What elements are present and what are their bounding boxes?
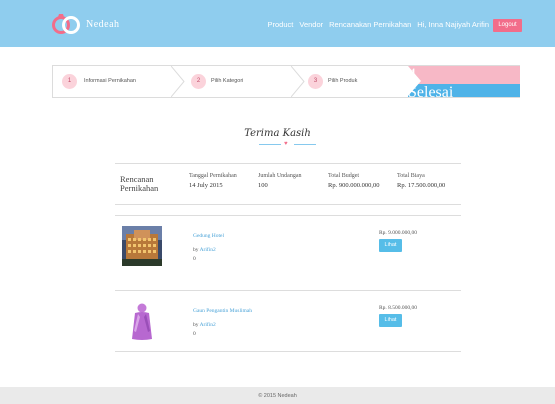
nav-plan-wedding-link[interactable]: Rencanakan Pernikahan [329, 20, 411, 29]
nav-vendor-link[interactable]: Vendor [299, 20, 323, 29]
summary-label: Total Budget [328, 173, 360, 179]
product-seller: by Arifin2 [193, 322, 216, 328]
chevron-right-icon [171, 66, 185, 97]
step-label: Selesai [408, 84, 454, 101]
step-number: 1 [62, 74, 77, 89]
product-quantity: 0 [193, 331, 196, 337]
step-label: Pilih Kategori [211, 78, 244, 84]
summary-guests: Jumlah Undangan 100 [258, 173, 302, 189]
nav-user-greeting[interactable]: Hi, Inna Najiyah Arifin [417, 20, 489, 29]
seller-link[interactable]: Arifin2 [200, 322, 216, 328]
seller-prefix: by [193, 247, 199, 253]
divider-line [294, 144, 316, 145]
summary-value: Rp. 900.000.000,00 [328, 182, 380, 189]
step-number: 4 [408, 66, 520, 84]
step-pilih-produk[interactable]: 3 Pilih Produk [308, 66, 408, 97]
summary-label: Jumlah Undangan [258, 173, 302, 179]
summary-title: Rencanan Pernikahan [120, 174, 159, 193]
heart-icon: ♥ [284, 141, 288, 147]
active-step-notch [408, 66, 421, 96]
product-price: Rp. 9.000.000,00 [379, 230, 418, 236]
nav-product-link[interactable]: Product [268, 20, 294, 29]
step-pilih-kategori[interactable]: 2 Pilih Kategori [187, 66, 297, 97]
product-name-link[interactable]: Gedung Hotel [193, 233, 224, 239]
summary-value: Rp. 17.500.000,00 [397, 182, 446, 189]
seller-link[interactable]: Arifin2 [200, 247, 216, 253]
top-navbar: Nedeah Product Vendor Rencanakan Pernika… [0, 0, 555, 47]
product-row: Gedung Hotel by Arifin2 0 Rp. 9.000.000,… [115, 215, 461, 277]
product-seller: by Arifin2 [193, 247, 216, 253]
product-name-link[interactable]: Gaun Pengantin Muslimah [193, 308, 252, 314]
step-number: 3 [308, 74, 323, 89]
wedding-summary: Rencanan Pernikahan Tanggal Pernikahan 1… [115, 163, 461, 205]
summary-value: 100 [258, 182, 268, 189]
view-button[interactable]: Lihat [379, 314, 402, 327]
divider-line [259, 144, 281, 145]
product-quantity: 0 [193, 256, 196, 262]
product-price: Rp. 8.500.000,00 [379, 305, 418, 311]
step-label: Informasi Pernikahan [84, 78, 136, 84]
step-label: Pilih Produk [328, 78, 358, 84]
chevron-right-icon [291, 66, 305, 97]
step-selesai[interactable]: 4 Selesai [408, 66, 520, 101]
copyright-text: © 2015 Nedeah [258, 393, 297, 399]
nav-links: Product Vendor Rencanakan Pernikahan Hi,… [268, 20, 490, 29]
summary-value: 14 July 2015 [189, 182, 223, 189]
seller-prefix: by [193, 322, 199, 328]
wedding-dress-image[interactable] [122, 301, 162, 341]
page-footer: © 2015 Nedeah [0, 387, 555, 404]
step-number: 2 [191, 74, 206, 89]
hotel-building-image[interactable] [122, 226, 162, 266]
heart-divider: ♥ [259, 141, 316, 147]
summary-label: Total Biaya [397, 173, 425, 179]
thank-you-heading: Terima Kasih [244, 128, 311, 139]
wizard-steps: 1 Informasi Pernikahan 2 Pilih Kategori … [52, 65, 520, 101]
logout-button[interactable]: Logout [493, 19, 522, 32]
product-row: Gaun Pengantin Muslimah by Arifin2 0 Rp.… [115, 290, 461, 352]
rings-logo-icon[interactable] [51, 14, 83, 34]
brand-name[interactable]: Nedeah [86, 19, 120, 30]
summary-date: Tanggal Pernikahan 14 July 2015 [189, 173, 237, 189]
summary-total-cost: Total Biaya Rp. 17.500.000,00 [397, 173, 445, 189]
list-bottom-divider [115, 351, 461, 352]
view-button[interactable]: Lihat [379, 239, 402, 252]
summary-budget: Total Budget Rp. 900.000.000,00 [328, 173, 379, 189]
summary-label: Tanggal Pernikahan [189, 173, 237, 179]
step-info-pernikahan[interactable]: 1 Informasi Pernikahan [53, 66, 173, 97]
